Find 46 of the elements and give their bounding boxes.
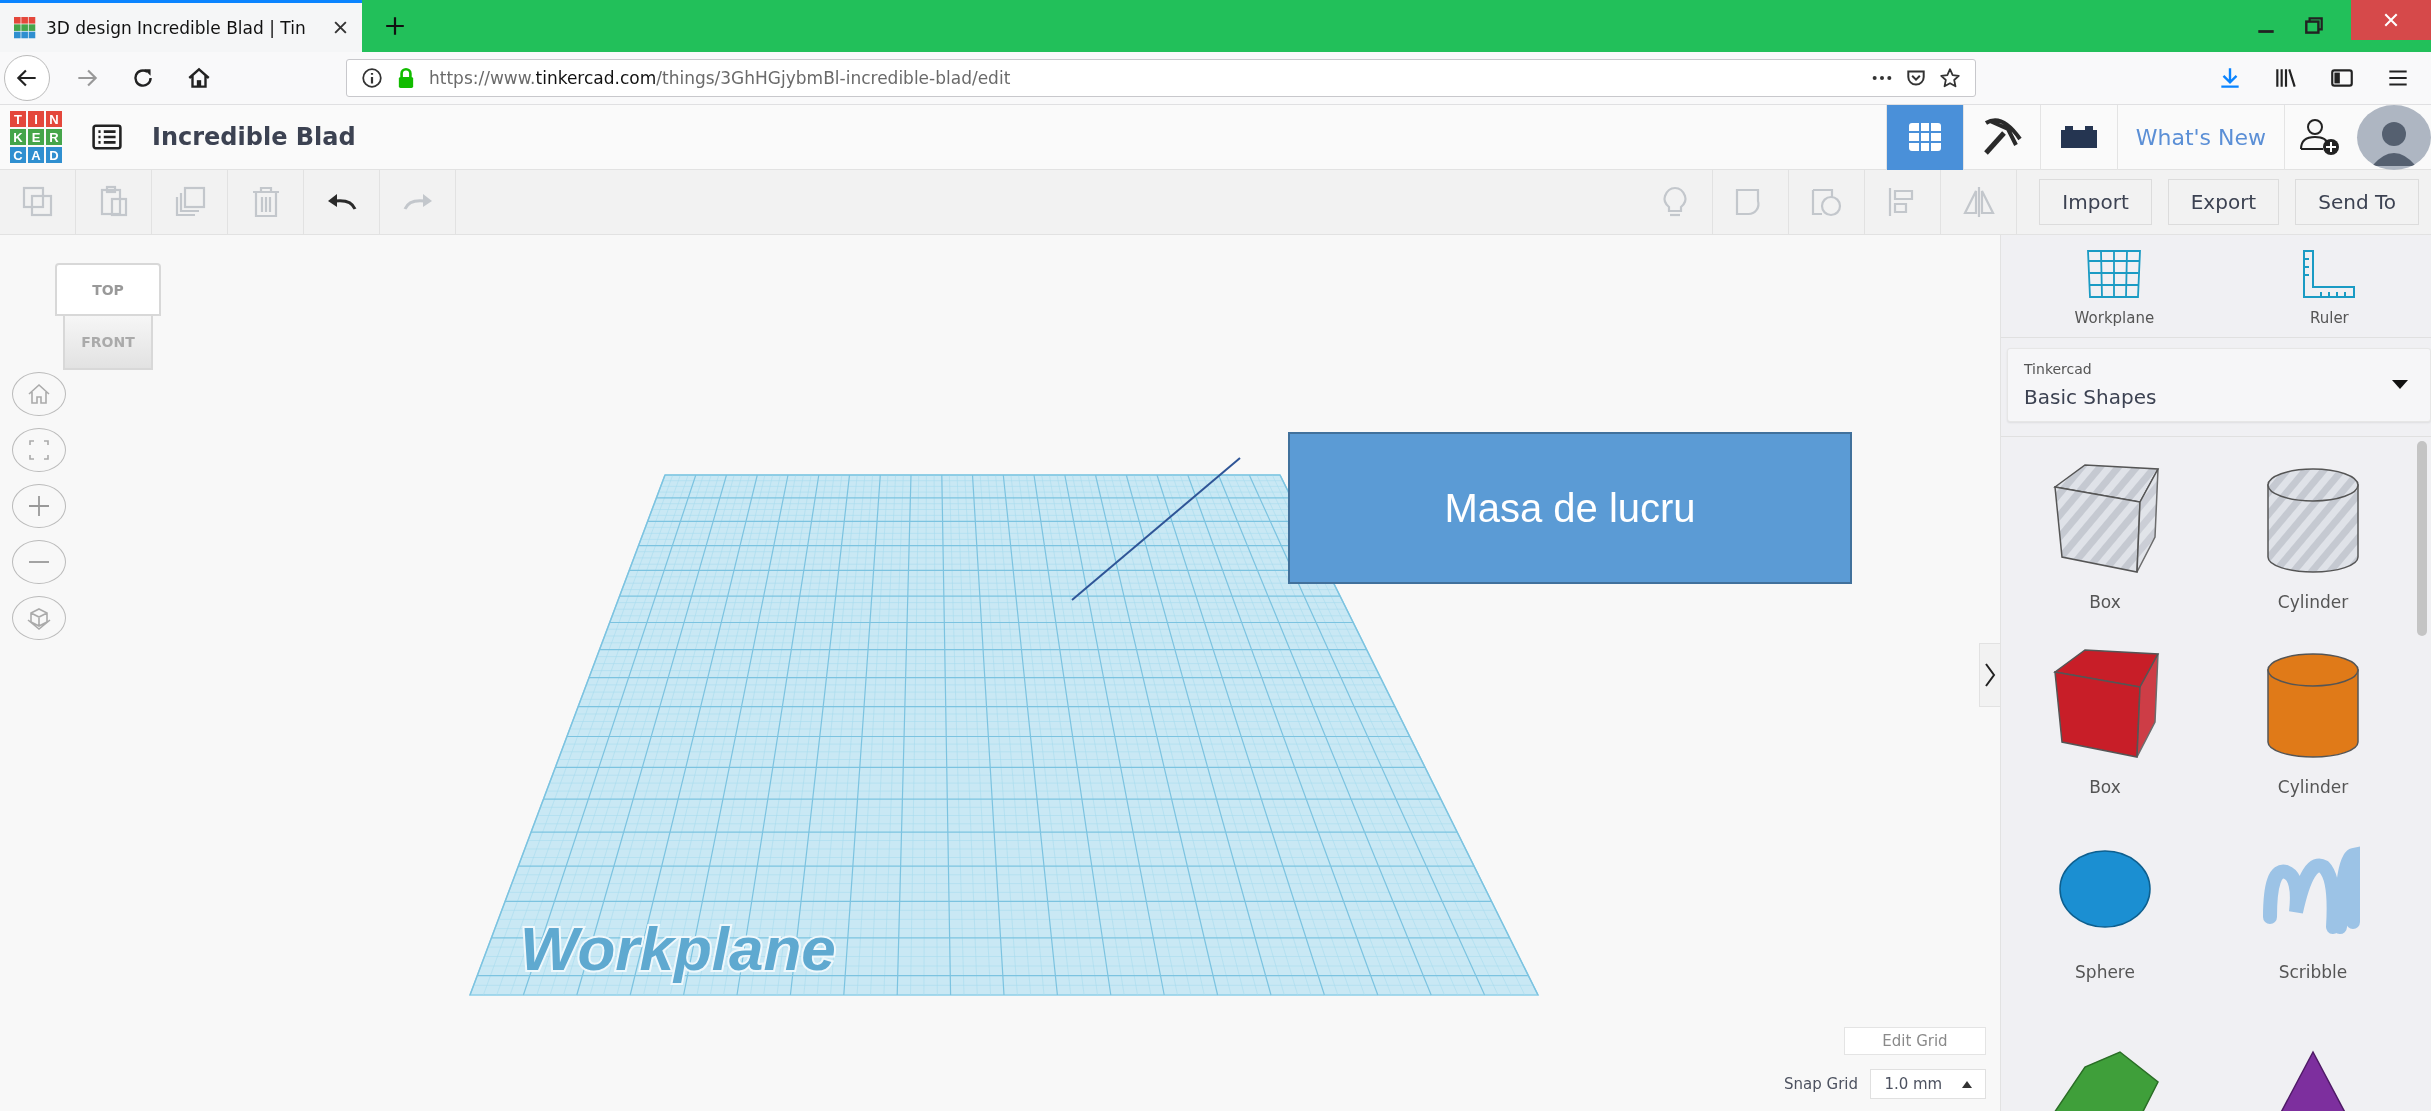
zoom-out-button[interactable] — [12, 540, 66, 584]
fit-view-button[interactable] — [12, 428, 66, 472]
ruler-icon[interactable] — [2301, 249, 2358, 299]
callout-box: Masa de lucru — [1288, 432, 1852, 584]
edit-grid-button[interactable]: Edit Grid — [1844, 1027, 1986, 1055]
ruler-tool-button[interactable]: Ruler — [2301, 249, 2358, 327]
info-icon[interactable] — [361, 67, 383, 89]
zoom-in-button[interactable] — [12, 484, 66, 528]
restore-icon[interactable] — [2303, 15, 2325, 37]
avatar[interactable] — [2357, 104, 2431, 170]
address-bar[interactable]: https://www.tinkercad.com/things/3GhHGjybmBl-incredible-blad/edit — [346, 59, 1976, 97]
brick-icon[interactable] — [2058, 124, 2099, 150]
tab-title: 3D design Incredible Blad | Tin — [46, 17, 307, 38]
box-shape-item[interactable]: Box — [2001, 642, 2209, 797]
grid-icon[interactable] — [2085, 249, 2144, 299]
cylinder-shape-item[interactable]: Cylinder — [2209, 642, 2417, 797]
sphere-shape-item[interactable]: Sphere — [2001, 827, 2209, 982]
caret-icon[interactable] — [2392, 380, 2408, 390]
chevron-icon[interactable] — [1984, 662, 1996, 688]
home-view-button[interactable] — [12, 372, 66, 416]
star-icon[interactable] — [1939, 67, 1961, 89]
cylinder-hole-shape-item[interactable]: Cylinder — [2209, 457, 2417, 612]
shape-library-dropdown[interactable]: Tinkercad Basic Shapes — [2007, 348, 2431, 422]
caret-icon[interactable] — [1961, 1080, 1972, 1088]
grid-icon[interactable] — [1907, 122, 1942, 152]
design-list-icon[interactable] — [92, 124, 122, 150]
action-button[interactable]: Send To — [2295, 179, 2419, 225]
tinkercad-logo[interactable]: T I N K E R C A D — [10, 111, 62, 163]
browser-tab[interactable]: 3D design Incredible Blad | Tin — [0, 0, 362, 52]
design-title[interactable]: Incredible Blad — [152, 123, 356, 151]
snap-grid-dropdown[interactable]: 1.0 mm — [1870, 1069, 1986, 1099]
close-icon[interactable] — [333, 20, 348, 35]
workplane-tool-button[interactable]: Workplane — [2074, 249, 2155, 327]
home-icon[interactable] — [186, 65, 212, 91]
url-text: https://www.tinkercad.com/things/3GhHGjybmBl-incredible-blad/edit — [429, 68, 1011, 88]
tinkercad-favicon-icon — [14, 16, 36, 39]
collapse-panel-button[interactable] — [1979, 643, 2000, 707]
perspective-button[interactable] — [12, 596, 66, 640]
scribble-shape-item[interactable]: Scribble — [2209, 827, 2417, 982]
new-tab-icon[interactable] — [384, 15, 406, 37]
action-button[interactable]: Import — [2039, 179, 2152, 225]
snap-grid-label: Snap Grid — [1784, 1075, 1858, 1093]
box-hole-shape-item[interactable]: Box — [2001, 457, 2209, 612]
scrollbar[interactable] — [2417, 441, 2427, 636]
action-button[interactable]: Export — [2167, 179, 2280, 225]
back-button[interactable] — [4, 55, 50, 101]
